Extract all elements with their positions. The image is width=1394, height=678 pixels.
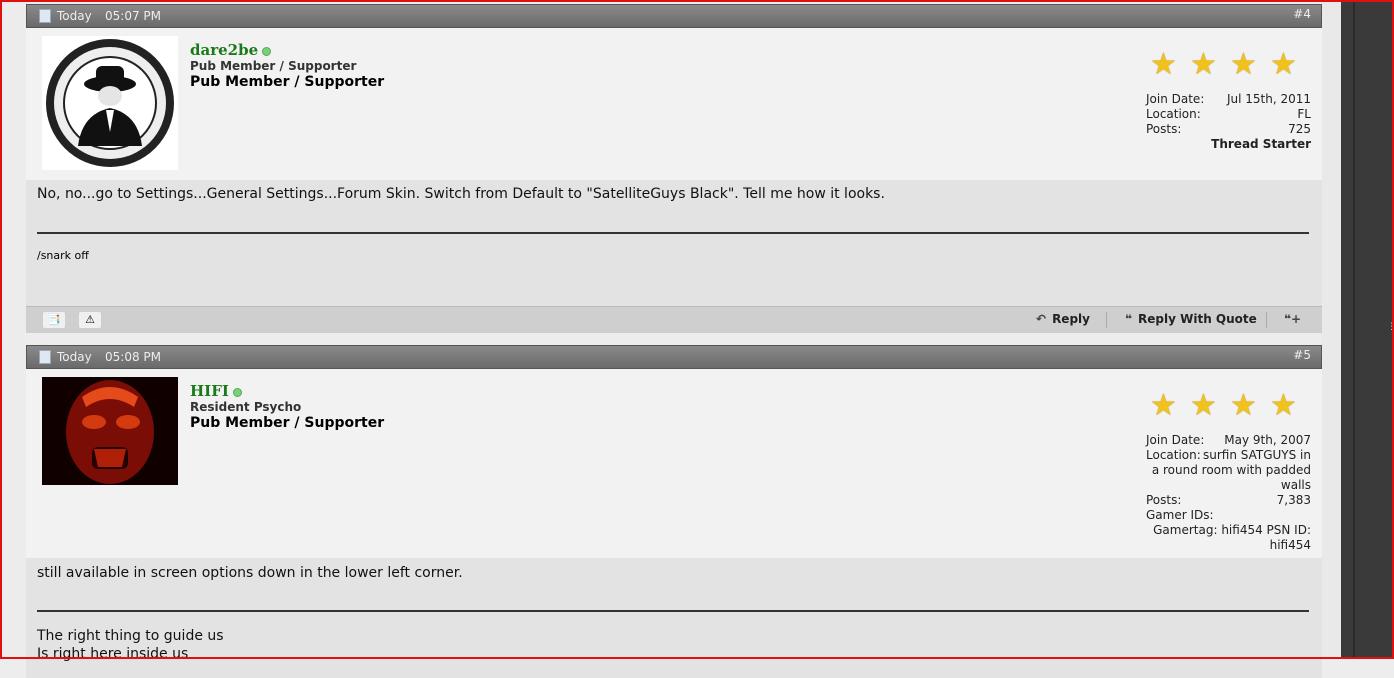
- post-message: still available in screen options down i…: [37, 565, 463, 581]
- document-icon: [39, 350, 51, 364]
- post-content: still available in screen options down i…: [26, 558, 1322, 678]
- username-link[interactable]: HIFI: [190, 382, 229, 400]
- post-content: No, no...go to Settings...General Settin…: [26, 180, 1322, 333]
- post-count: 725: [1288, 122, 1311, 136]
- gamer-ids-line-2: hifi454: [1269, 538, 1311, 552]
- avatar[interactable]: [42, 36, 178, 170]
- right-divider: [1353, 2, 1355, 657]
- location-label: Location:: [1146, 107, 1201, 121]
- online-status-icon: [262, 47, 272, 56]
- star-icon: ★: [1190, 47, 1217, 82]
- report-icon[interactable]: ⚠: [79, 312, 101, 328]
- separator: [1106, 312, 1107, 328]
- signature: /snark off: [37, 249, 89, 262]
- posts-label: Posts:: [1146, 122, 1182, 136]
- signature-line-1: The right thing to guide us: [37, 628, 224, 644]
- reply-with-quote-button[interactable]: ❝ Reply With Quote: [1125, 312, 1257, 326]
- post-number-link[interactable]: #5: [1293, 348, 1311, 362]
- username-link[interactable]: dare2be: [190, 41, 258, 59]
- separator: [1266, 312, 1267, 328]
- quote-icon: ❝: [1125, 312, 1133, 326]
- location-line-1: surfin SATGUYS in: [1203, 448, 1311, 462]
- star-icon: ★: [1150, 47, 1177, 82]
- multiquote-button[interactable]: ❝+: [1284, 312, 1307, 326]
- post-footer: 📑 ⚠ ↶ Reply ❝ Reply With Quote ❝+: [26, 306, 1322, 333]
- post-date: Today: [57, 9, 92, 23]
- username: dare2be: [190, 41, 272, 59]
- reply-with-quote-label: Reply With Quote: [1138, 312, 1257, 326]
- posts-label: Posts:: [1146, 493, 1182, 507]
- document-icon: [39, 9, 51, 23]
- location-label: Location:: [1146, 448, 1201, 462]
- right-sidebar: [1341, 2, 1393, 657]
- star-icon: ★: [1270, 47, 1297, 82]
- location-line-2: a round room with padded: [1151, 463, 1311, 477]
- star-icon: ★: [1230, 47, 1257, 82]
- post-header: Today 05:08 PM #5: [26, 345, 1322, 369]
- location-line-3: walls: [1280, 478, 1311, 492]
- user-rank: Pub Member / Supporter: [190, 415, 385, 431]
- user-title: Pub Member / Supporter: [190, 59, 357, 73]
- join-date: May 9th, 2007: [1224, 433, 1311, 447]
- user-stats: Join Date: Jul 15th, 2011 Location: FL Pos…: [1146, 92, 1311, 151]
- blog-icon[interactable]: 📑: [43, 312, 65, 328]
- gamer-ids-label: Gamer IDs:: [1146, 508, 1214, 522]
- rank-stars: ★ ★ ★ ★: [1150, 389, 1320, 423]
- online-status-icon: [232, 388, 242, 397]
- user-title: Resident Psycho: [190, 400, 302, 414]
- username: HIFI: [190, 382, 242, 400]
- multiquote-icon: ❝+: [1284, 312, 1302, 326]
- right-gap: [1321, 2, 1341, 657]
- join-date-label: Join Date:: [1146, 92, 1205, 106]
- post-4: Today 05:07 PM #4 dare2be Pub Member / S…: [26, 4, 1322, 333]
- post-5: Today 05:08 PM #5 HIFI Resident Psycho P…: [26, 345, 1322, 678]
- post-count: 7,383: [1276, 493, 1311, 507]
- reply-label: Reply: [1052, 312, 1090, 326]
- thread-starter-badge: Thread Starter: [1211, 137, 1311, 151]
- user-info: HIFI Resident Psycho Pub Member / Suppor…: [26, 369, 1322, 558]
- user-info: dare2be Pub Member / Supporter Pub Membe…: [26, 28, 1322, 180]
- star-icon: ★: [1270, 388, 1297, 423]
- collapse-handle-icon[interactable]: ⋮: [1387, 322, 1394, 332]
- signature-line-2: Is right here inside us: [37, 646, 189, 662]
- signature-divider: [37, 610, 1309, 612]
- join-date: Jul 15th, 2011: [1226, 92, 1311, 106]
- star-icon: ★: [1190, 388, 1217, 423]
- join-date-label: Join Date:: [1146, 433, 1205, 447]
- user-stats: Join Date: May 9th, 2007 Location: surfin …: [1146, 433, 1311, 553]
- avatar[interactable]: [42, 377, 178, 485]
- post-header: Today 05:07 PM #4: [26, 4, 1322, 28]
- star-icon: ★: [1150, 388, 1177, 423]
- reply-icon: ↶: [1036, 312, 1047, 326]
- user-rank: Pub Member / Supporter: [190, 74, 385, 90]
- post-date: Today: [57, 350, 92, 364]
- post-time: 05:07 PM: [105, 9, 161, 23]
- reply-button[interactable]: ↶ Reply: [1036, 312, 1090, 326]
- rank-stars: ★ ★ ★ ★: [1150, 48, 1320, 82]
- post-time: 05:08 PM: [105, 350, 161, 364]
- star-icon: ★: [1230, 388, 1257, 423]
- post-number-link[interactable]: #4: [1293, 7, 1311, 21]
- signature-divider: [37, 232, 1309, 234]
- left-margin: [2, 2, 26, 657]
- location: FL: [1297, 107, 1311, 121]
- gamer-ids-line-1: Gamertag: hifi454 PSN ID:: [1153, 523, 1311, 537]
- post-message: No, no...go to Settings...General Settin…: [37, 186, 885, 202]
